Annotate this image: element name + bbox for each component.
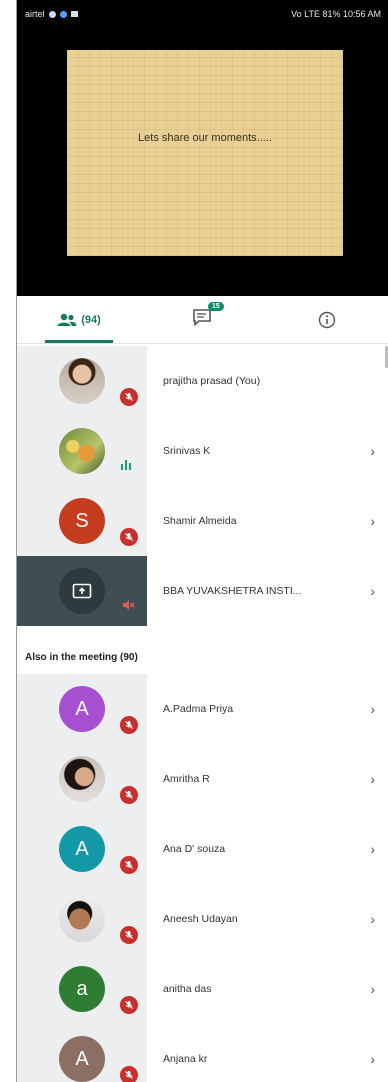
avatar-cell [17, 346, 147, 416]
tab-info[interactable] [265, 296, 388, 343]
speaking-indicator-icon [121, 460, 131, 470]
avatar-cell: A [17, 814, 147, 884]
avatar-cell [17, 416, 147, 486]
chevron-right-icon[interactable]: › [370, 1024, 375, 1082]
mic-off-icon [120, 388, 138, 406]
participant-row[interactable]: Amritha R › [17, 744, 388, 814]
slide-text: Lets share our moments..... [138, 132, 272, 144]
carrier-label: airtel [25, 9, 45, 19]
participant-name: A.Padma Priya [163, 703, 234, 715]
chevron-right-icon[interactable]: › [370, 744, 375, 814]
participant-name: prajitha prasad (You) [163, 375, 261, 387]
chevron-right-icon[interactable]: › [370, 674, 375, 744]
avatar [59, 756, 105, 802]
avatar: S [59, 498, 105, 544]
avatar [59, 428, 105, 474]
participant-row[interactable]: a anitha das › [17, 954, 388, 1024]
participant-row[interactable]: A A.Padma Priya › [17, 674, 388, 744]
avatar [59, 358, 105, 404]
participant-row[interactable]: A Anjana kr › [17, 1024, 388, 1082]
status-right: Vo LTE 81% 10:56 AM [291, 9, 381, 19]
avatar-cell: A [17, 674, 147, 744]
mic-off-icon [120, 1066, 138, 1082]
avatar-cell [17, 884, 147, 954]
meeting-tabs: (94) 15 [17, 296, 388, 344]
participant-name: Ana D' souza [163, 843, 226, 855]
avatar [59, 896, 105, 942]
avatar-cell [17, 744, 147, 814]
chevron-right-icon[interactable]: › [370, 416, 375, 486]
participant-name: Srinivas K [163, 445, 211, 457]
mic-off-icon [120, 786, 138, 804]
participant-name: Amritha R [163, 773, 210, 785]
participant-name: anitha das [163, 983, 212, 995]
speaker-off-icon [123, 600, 135, 610]
mic-off-icon [120, 856, 138, 874]
participant-row[interactable]: Srinivas K › [17, 416, 388, 486]
participant-list[interactable]: prajitha prasad (You) Srinivas K › S Sha… [17, 344, 388, 1082]
chevron-right-icon[interactable]: › [370, 954, 375, 1024]
notification-icon [48, 10, 56, 18]
mic-off-icon [120, 716, 138, 734]
section-label: Also in the meeting (90) [25, 651, 138, 663]
tab-chat[interactable]: 15 [141, 296, 265, 343]
participant-row[interactable]: Aneesh Udayan › [17, 884, 388, 954]
video-area[interactable]: airtel Vo LTE 81% 10:56 AM Lets share ou… [17, 0, 388, 296]
chevron-right-icon[interactable]: › [370, 486, 375, 556]
participant-name: Anjana kr [163, 1053, 208, 1065]
avatar-cell: A [17, 1024, 147, 1082]
participant-row[interactable]: S Shamir Almeida › [17, 486, 388, 556]
avatar: A [59, 1036, 105, 1082]
info-icon [318, 311, 336, 328]
avatar-cell: a [17, 954, 147, 1024]
app-icon [59, 10, 67, 18]
shared-slide: Lets share our moments..... [67, 50, 343, 256]
section-header: Also in the meeting (90) [17, 640, 388, 674]
tab-people[interactable]: (94) [17, 296, 141, 343]
message-icon [70, 11, 78, 17]
mic-off-icon [120, 996, 138, 1014]
avatar-cell: S [17, 486, 147, 556]
participant-name: Shamir Almeida [163, 515, 237, 527]
status-bar: airtel Vo LTE 81% 10:56 AM [25, 6, 381, 22]
participant-row[interactable]: prajitha prasad (You) [17, 346, 388, 416]
chevron-right-icon[interactable]: › [370, 556, 375, 626]
participant-row[interactable]: A Ana D' souza › [17, 814, 388, 884]
participant-name: Aneesh Udayan [163, 913, 238, 925]
avatar: A [59, 826, 105, 872]
chevron-right-icon[interactable]: › [370, 884, 375, 954]
mic-off-icon [120, 926, 138, 944]
avatar: A [59, 686, 105, 732]
chevron-right-icon[interactable]: › [370, 814, 375, 884]
people-icon [57, 313, 77, 326]
chat-badge: 15 [208, 302, 224, 311]
presentation-icon [59, 568, 105, 614]
avatar-cell [17, 556, 147, 626]
people-count: (94) [81, 313, 101, 326]
mic-off-icon [120, 528, 138, 546]
participant-name: BBA YUVAKSHETRA INSTI... [163, 585, 302, 597]
participant-row[interactable]: BBA YUVAKSHETRA INSTI... › [17, 556, 388, 626]
app-frame: airtel Vo LTE 81% 10:56 AM Lets share ou… [16, 0, 388, 1082]
avatar: a [59, 966, 105, 1012]
